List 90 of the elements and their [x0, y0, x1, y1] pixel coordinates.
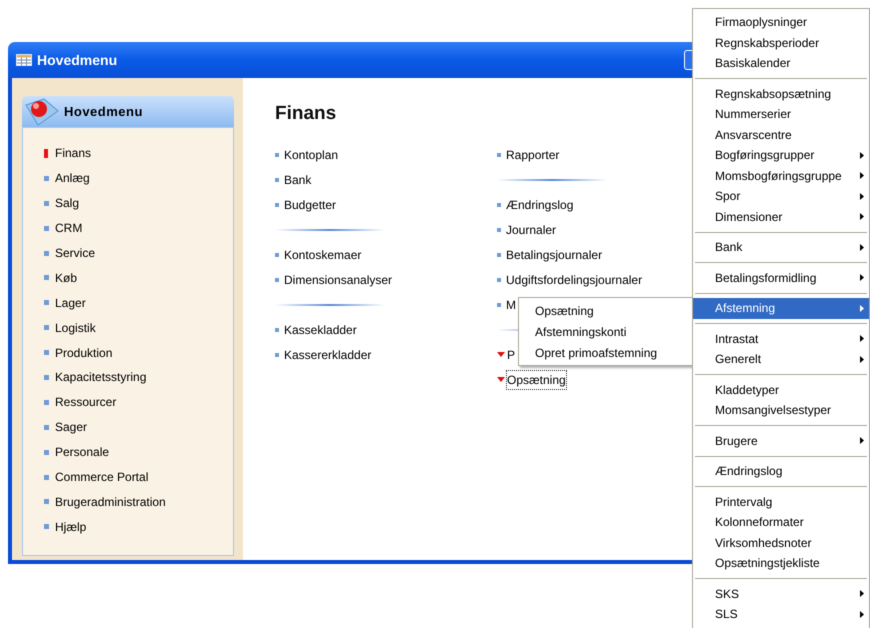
menu-link[interactable]: Kontoskemaer: [283, 244, 362, 264]
submenu-arrow-icon: [860, 610, 864, 618]
sidebar-item[interactable]: Køb: [55, 268, 78, 287]
menu-link[interactable]: P: [506, 344, 516, 364]
bullet-icon: [275, 328, 279, 332]
menu-item[interactable]: Momsbogføringsgruppe: [693, 166, 869, 186]
menu-item[interactable]: Kladdetyper: [693, 380, 869, 400]
menu-item[interactable]: Ændringslog: [693, 461, 869, 482]
menu-link[interactable]: Ændringslog: [505, 194, 574, 214]
bullet-icon: [497, 252, 501, 256]
bullet-icon: [275, 352, 279, 356]
table-icon: [16, 54, 32, 66]
menu-item[interactable]: Opsætningstjekliste: [693, 553, 869, 574]
submenu-arrow-icon: [860, 437, 864, 444]
sidebar-item[interactable]: Personale: [55, 443, 110, 462]
menu-item[interactable]: Bank: [693, 237, 869, 258]
bullet-icon: [275, 202, 279, 206]
menu-item[interactable]: Firmaoplysninger: [693, 12, 869, 32]
menu-item[interactable]: Betalingsformidling: [693, 268, 869, 288]
menu-item[interactable]: Generelt: [693, 349, 869, 370]
panel-title: Hovedmenu: [64, 102, 143, 121]
bullet-icon: [275, 278, 279, 282]
sidebar-item[interactable]: Kapacitetsstyring: [55, 368, 146, 386]
menu-item[interactable]: Afstemningskonti: [519, 321, 693, 342]
bullet-icon: [275, 178, 279, 182]
menu-item[interactable]: Regnskabsopsætning: [693, 84, 869, 104]
menu-link[interactable]: Bank: [283, 170, 312, 190]
bullet-icon: [275, 252, 279, 256]
submenu-arrow-icon: [860, 590, 864, 598]
menu-item[interactable]: Virksomhedsnoter: [693, 532, 869, 553]
menu-link[interactable]: Opsætning: [506, 370, 567, 390]
sidebar-item[interactable]: Hjælp: [55, 518, 86, 536]
menu-item[interactable]: SKS: [693, 584, 869, 604]
menu-link[interactable]: Rapporter: [505, 144, 560, 164]
submenu-arrow-icon: [860, 152, 864, 159]
sidebar-item[interactable]: Finans: [55, 144, 92, 162]
sidebar-item[interactable]: Ressourcer: [55, 393, 116, 412]
menu-item[interactable]: Intrastat: [693, 328, 869, 349]
sidebar-item[interactable]: CRM: [55, 219, 82, 238]
menu-link[interactable]: M: [505, 294, 517, 314]
caret-icon: [497, 377, 505, 382]
menu-item[interactable]: Momsangivelsestyper: [693, 400, 869, 420]
submenu-arrow-icon: [860, 304, 864, 312]
menu-link[interactable]: Kontoplan: [283, 144, 340, 164]
sidebar-item[interactable]: Salg: [55, 194, 80, 212]
sidebar-item[interactable]: Anlæg: [55, 169, 90, 188]
menu-link[interactable]: Kassererkladder: [283, 344, 372, 364]
menu-item[interactable]: Regnskabsperioder: [693, 32, 869, 53]
menu-link[interactable]: Dimensionsanalyser: [283, 270, 394, 290]
menu-item[interactable]: Dimensioner: [693, 206, 869, 227]
sidebar-item[interactable]: Logistik: [55, 318, 96, 337]
sidebar-item[interactable]: Brugeradministration: [55, 492, 166, 511]
menu-item[interactable]: Spor: [693, 186, 869, 206]
menu-link[interactable]: Betalingsjournaler: [505, 244, 604, 264]
menu-link[interactable]: Kassekladder: [283, 320, 358, 340]
submenu-arrow-icon: [860, 172, 864, 180]
menu-item[interactable]: Opsætning: [519, 300, 693, 321]
menu-item[interactable]: Nummerserier: [693, 104, 869, 124]
menu-item[interactable]: Bogføringsgrupper: [693, 145, 869, 166]
menu-item[interactable]: Basiskalender: [693, 53, 869, 74]
bullet-icon: [497, 302, 501, 306]
page-heading: Finans: [275, 102, 338, 126]
submenu-arrow-icon: [860, 356, 864, 363]
menu-link[interactable]: Budgetter: [283, 194, 338, 214]
bullet-icon: [497, 202, 501, 206]
sidebar-item[interactable]: Sager: [55, 418, 88, 436]
menu-item[interactable]: Brugere: [693, 430, 869, 451]
submenu-arrow-icon: [860, 192, 864, 200]
bullet-icon: [275, 152, 279, 156]
menu-item[interactable]: Opret primoafstemning: [519, 342, 693, 363]
bullet-icon: [497, 228, 501, 232]
window-title: Hovedmenu: [37, 50, 118, 70]
bullet-icon: [497, 278, 501, 282]
sidebar-item[interactable]: Service: [55, 244, 96, 262]
sidebar-item[interactable]: Lager: [55, 294, 86, 312]
menu-link[interactable]: Udgiftsfordelingsjournaler: [505, 270, 644, 290]
sidebar-item[interactable]: Produktion: [55, 344, 112, 362]
submenu-arrow-icon: [860, 244, 864, 251]
menu-item[interactable]: SLS: [693, 604, 869, 624]
caret-icon: [497, 352, 505, 357]
menu-item[interactable]: Ansvarscentre: [693, 124, 869, 145]
submenu-arrow-icon: [860, 335, 864, 342]
menu-item[interactable]: Kolonneformater: [693, 512, 869, 532]
submenu-arrow-icon: [860, 213, 864, 220]
menu-link[interactable]: Journaler: [505, 220, 558, 240]
bullet-icon: [497, 152, 501, 156]
menu-item[interactable]: Printervalg: [693, 492, 869, 512]
menu-item[interactable]: Afstemning: [693, 298, 869, 318]
sidebar-item[interactable]: Commerce Portal: [55, 468, 148, 486]
submenu-arrow-icon: [860, 274, 864, 282]
